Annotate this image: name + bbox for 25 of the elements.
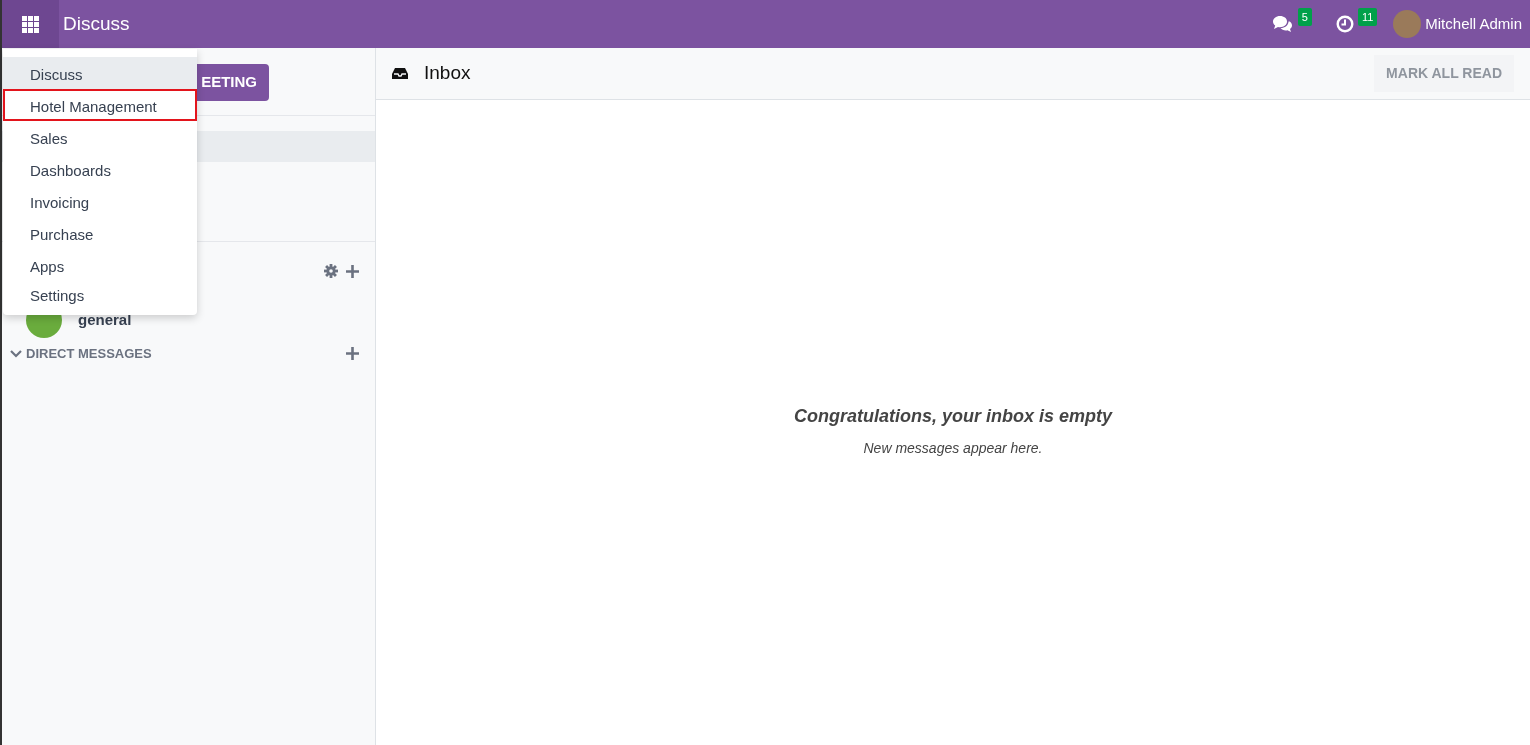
menu-item[interactable]: Purchase <box>3 217 197 249</box>
inbox-icon <box>392 67 408 80</box>
section-header[interactable]: DIRECT MESSAGES <box>26 344 152 364</box>
menu-item[interactable]: Invoicing <box>3 185 197 217</box>
count-badge: 5 <box>1297 7 1312 27</box>
apps-menu-button[interactable] <box>2 0 59 48</box>
settings-icon[interactable] <box>324 264 338 278</box>
page-title: Inbox <box>424 61 471 86</box>
menu-item[interactable]: Sales <box>3 121 197 153</box>
clock-icon <box>1335 15 1354 33</box>
menu-item[interactable]: Hotel Management <box>3 89 197 121</box>
menu-item[interactable]: Discuss <box>3 57 197 89</box>
apps-grid-icon <box>22 15 39 33</box>
empty-state-text: New messages appear here. <box>863 439 1043 458</box>
menu-item[interactable]: Settings <box>3 281 197 307</box>
chat-bubbles-icon <box>1271 15 1294 33</box>
add-icon[interactable] <box>346 347 359 361</box>
user-name[interactable]: Mitchell Admin <box>1425 12 1522 36</box>
add-icon[interactable] <box>346 264 359 278</box>
menu-item[interactable]: Apps <box>3 249 197 281</box>
app-title: Discuss <box>63 11 130 36</box>
chevron-icon[interactable] <box>10 348 22 360</box>
empty-state-title: Congratulations, your inbox is empty <box>793 405 1112 428</box>
menu-item[interactable]: Dashboards <box>3 153 197 185</box>
count-badge: 11 <box>1357 7 1378 27</box>
